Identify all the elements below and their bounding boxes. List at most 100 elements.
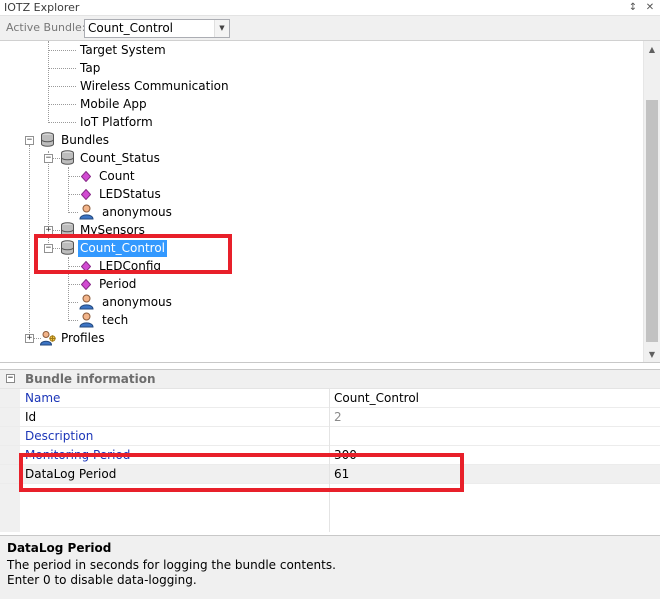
tree-connector (48, 50, 76, 51)
tree-item-label: MySensors (80, 223, 145, 237)
tree-item-label: Bundles (61, 133, 110, 147)
window-title: IOTZ Explorer (4, 1, 80, 14)
tree-item-label: anonymous (102, 295, 172, 309)
help-text-line: Enter 0 to disable data-logging. (7, 573, 197, 587)
active-bundle-value: Count_Control (88, 21, 174, 35)
tree-connector (52, 158, 60, 159)
profiles-icon (40, 331, 56, 346)
tree-item-tap[interactable]: Tap (78, 59, 102, 77)
expand-icon[interactable]: + (44, 226, 53, 235)
explorer-tree[interactable]: Target System Tap Wireless Communication… (0, 41, 660, 363)
property-grid: − Bundle information Name Count_Control … (0, 369, 660, 532)
tree-item-wireless-communication[interactable]: Wireless Communication (78, 77, 231, 95)
user-icon (79, 294, 94, 310)
tree-item-label: Count (99, 169, 135, 183)
active-bundle-dropdown[interactable]: Count_Control ▼ (84, 19, 230, 38)
tree-connector (48, 104, 76, 105)
tree-item-profiles[interactable]: Profiles (59, 329, 107, 347)
active-bundle-bar: Active Bundle: Count_Control ▼ (0, 16, 660, 41)
tree-connector (68, 194, 80, 195)
tree-item-period[interactable]: Period (97, 275, 138, 293)
tree-connector (48, 151, 49, 251)
scroll-up-icon[interactable]: ▲ (644, 41, 660, 58)
tree-scrollbar[interactable]: ▲ ▼ (643, 41, 660, 362)
tree-item-anonymous[interactable]: anonymous (100, 203, 174, 221)
tree-item-mysensors[interactable]: MySensors (78, 221, 147, 239)
diamond-icon (81, 171, 91, 182)
pin-icon[interactable]: ↕ (626, 0, 640, 15)
tree-item-label: Period (99, 277, 137, 291)
property-name: Name (25, 391, 61, 405)
tree-connector (68, 167, 69, 213)
tree-connector (48, 41, 49, 123)
collapse-icon[interactable]: − (25, 136, 34, 145)
user-icon (79, 312, 94, 328)
close-icon[interactable]: ✕ (643, 0, 657, 15)
title-bar: IOTZ Explorer ↕ ✕ (0, 0, 660, 16)
tree-connector (29, 145, 30, 339)
tree-connector (68, 176, 80, 177)
scroll-down-icon[interactable]: ▼ (644, 346, 660, 362)
tree-connector (68, 284, 80, 285)
tree-item-label: anonymous (102, 205, 172, 219)
scrollbar-thumb[interactable] (646, 100, 658, 342)
property-name: DataLog Period (25, 467, 117, 481)
tree-connector (48, 122, 76, 123)
property-row-datalog-period[interactable]: DataLog Period 61 (0, 465, 660, 484)
tree-item-label: Count_Status (80, 151, 160, 165)
tree-item-bundles[interactable]: Bundles (59, 131, 111, 149)
column-divider[interactable] (329, 389, 330, 532)
property-name: Monitoring Period (25, 448, 131, 462)
collapse-icon[interactable]: − (6, 374, 15, 383)
collapse-icon[interactable]: − (44, 244, 53, 253)
tree-item-label: Profiles (61, 331, 105, 345)
diamond-icon (81, 279, 91, 290)
property-name: Description (25, 429, 94, 443)
property-row-id[interactable]: Id 2 (0, 408, 660, 427)
chevron-down-icon[interactable]: ▼ (214, 20, 229, 37)
tree-item-mobile-app[interactable]: Mobile App (78, 95, 149, 113)
property-name: Id (25, 410, 37, 424)
tree-item-label: Target System (80, 43, 166, 57)
tree-connector (52, 248, 60, 249)
tree-item-anonymous[interactable]: anonymous (100, 293, 174, 311)
tree-item-label: Wireless Communication (80, 79, 229, 93)
tree-item-count[interactable]: Count (97, 167, 137, 185)
tree-item-ledconfig[interactable]: LEDConfig (97, 257, 163, 275)
property-value[interactable]: 300 (334, 448, 357, 462)
tree-item-count-control[interactable]: Count_Control (78, 240, 168, 257)
collapse-icon[interactable]: − (44, 154, 53, 163)
property-value[interactable]: 61 (334, 467, 349, 481)
tree-item-label: Tap (80, 61, 101, 75)
property-row-name[interactable]: Name Count_Control (0, 389, 660, 408)
tree-item-ledstatus[interactable]: LEDStatus (97, 185, 163, 203)
tree-connector (48, 68, 76, 69)
tree-item-label: IoT Platform (80, 115, 153, 129)
tree-item-label: LEDConfig (99, 259, 162, 273)
diamond-icon (81, 189, 91, 200)
tree-connector (48, 86, 76, 87)
property-value: 2 (334, 410, 342, 424)
tree-connector (52, 230, 60, 231)
property-category[interactable]: − Bundle information (0, 370, 660, 389)
tree-item-label: tech (102, 313, 129, 327)
database-icon (61, 150, 74, 165)
tree-item-count-status[interactable]: Count_Status (78, 149, 162, 167)
tree-item-label: LEDStatus (99, 187, 161, 201)
help-panel: DataLog Period The period in seconds for… (0, 535, 660, 599)
tree-item-iot-platform[interactable]: IoT Platform (78, 113, 155, 131)
tree-connector (68, 212, 78, 213)
property-value[interactable]: Count_Control (334, 391, 419, 405)
database-icon (61, 222, 74, 237)
tree-connector (68, 320, 78, 321)
active-bundle-label: Active Bundle: (6, 21, 86, 34)
property-row-description[interactable]: Description (0, 427, 660, 446)
database-icon (41, 132, 54, 147)
expand-icon[interactable]: + (25, 334, 34, 343)
category-title: Bundle information (25, 372, 156, 386)
tree-item-target-system[interactable]: Target System (78, 41, 168, 59)
property-row-monitoring-period[interactable]: Monitoring Period 300 (0, 446, 660, 465)
tree-connector (68, 302, 78, 303)
help-text-line: The period in seconds for logging the bu… (7, 558, 336, 572)
tree-item-tech[interactable]: tech (100, 311, 130, 329)
